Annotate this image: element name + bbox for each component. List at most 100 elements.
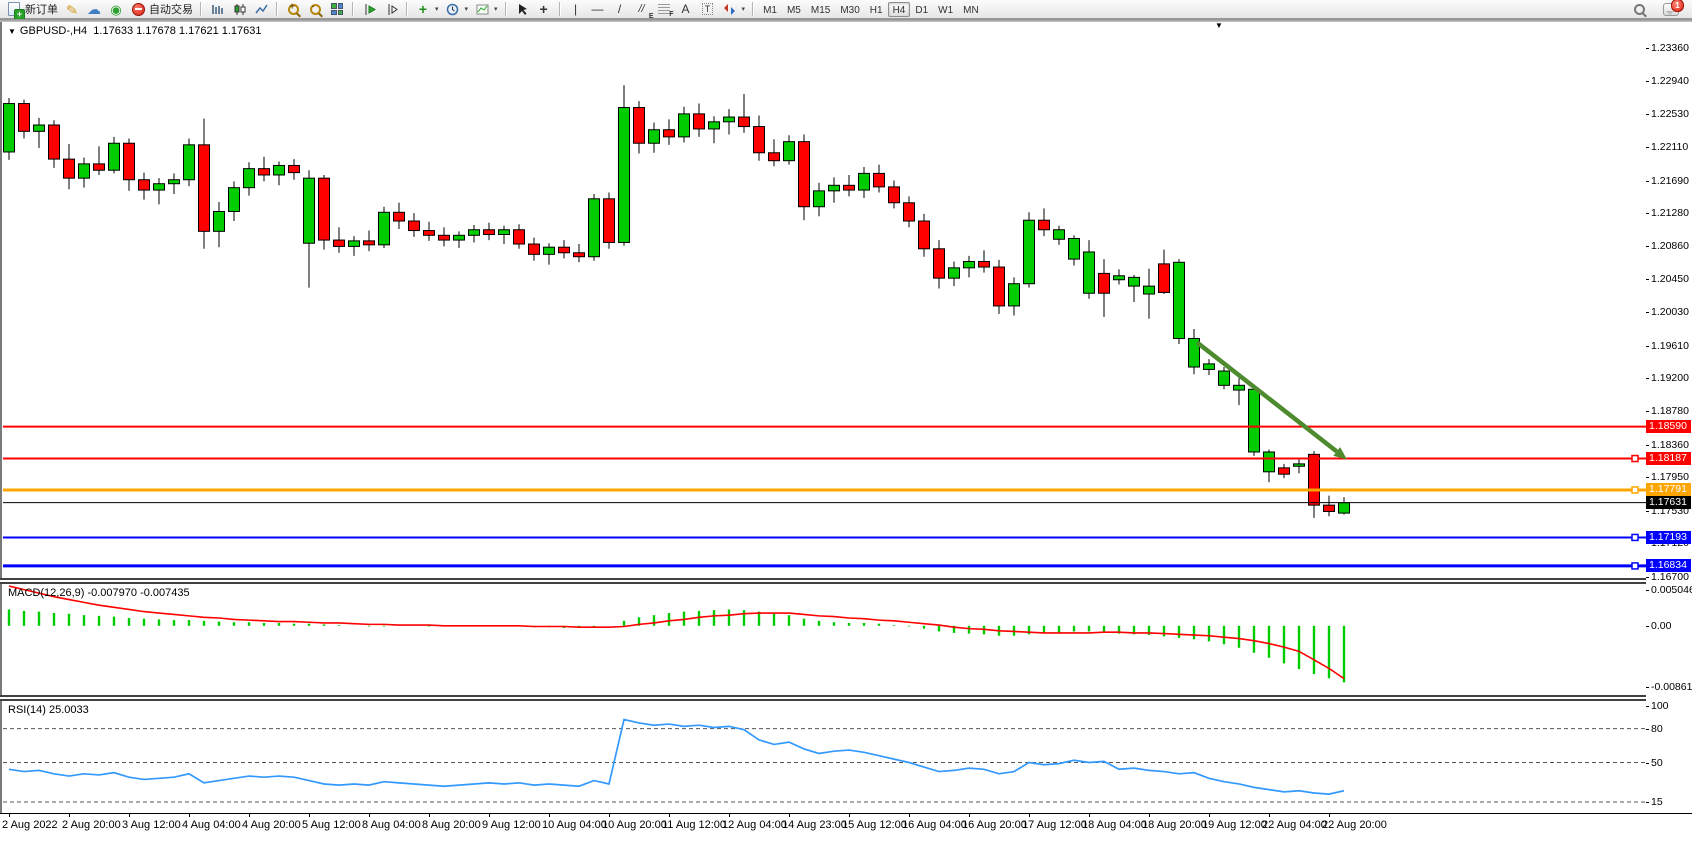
- rsi-canvas[interactable]: [3, 701, 1646, 813]
- vertical-line-button[interactable]: |: [565, 1, 587, 18]
- date-tick: [189, 814, 190, 817]
- axis-tick-label: 1.20450: [1651, 273, 1689, 285]
- trend-arrow[interactable]: [1197, 342, 1347, 459]
- bar-chart-button[interactable]: [206, 1, 228, 18]
- axis-tick-label: 1.18360: [1651, 439, 1689, 451]
- timeframe-M5[interactable]: M5: [782, 2, 806, 17]
- line-chart-button[interactable]: [250, 1, 272, 18]
- price-axis[interactable]: 1.233601.229401.225301.221101.216901.212…: [1646, 22, 1692, 813]
- axis-tick-label: 0.00: [1651, 620, 1671, 632]
- chevron-down-icon: ▾: [465, 5, 469, 13]
- timeframe-H4[interactable]: H4: [888, 2, 911, 17]
- date-tick: [1029, 814, 1030, 817]
- auto-trading-button[interactable]: 自动交易: [127, 1, 196, 18]
- axis-tick: [1646, 213, 1649, 214]
- periods-button[interactable]: ▾: [442, 1, 472, 18]
- fibonacci-button[interactable]: [653, 1, 675, 18]
- date-label: 14 Aug 23:00: [782, 819, 847, 831]
- search-button[interactable]: [1628, 1, 1650, 18]
- zoom-out-button[interactable]: -: [304, 1, 326, 18]
- axis-tick: [1646, 81, 1649, 82]
- vertical-line-icon: |: [568, 2, 584, 17]
- price-badge-1.17193: 1.17193: [1646, 531, 1691, 544]
- collapse-triangle-icon[interactable]: ▼: [8, 27, 16, 36]
- date-tick: [609, 814, 610, 817]
- trendline-button[interactable]: /: [609, 1, 631, 18]
- rsi-pane[interactable]: RSI(14) 25.0033: [3, 701, 1646, 813]
- date-tick: [1329, 814, 1330, 817]
- date-tick: [729, 814, 730, 817]
- main-price-pane[interactable]: ▼GBPUSD-,H4 1.17633 1.17678 1.17621 1.17…: [3, 22, 1646, 578]
- signal-button[interactable]: ◉: [105, 1, 127, 18]
- price-badge-1.18187: 1.18187: [1646, 452, 1691, 465]
- axis-tick-label: 1.22110: [1651, 141, 1688, 153]
- new-order-button[interactable]: 新订单: [3, 1, 61, 18]
- auto-scroll-icon: [361, 2, 377, 17]
- tile-windows-button[interactable]: [326, 1, 348, 18]
- toolbar-separator: [559, 2, 561, 16]
- crayon-button[interactable]: ✎: [61, 1, 83, 18]
- trendline-icon: /: [612, 2, 628, 17]
- horizontal-line-button[interactable]: —: [587, 1, 609, 18]
- axis-tick-label: 15: [1651, 796, 1663, 808]
- channel-button[interactable]: //: [631, 1, 653, 18]
- chart-shift-button[interactable]: [380, 1, 402, 18]
- cursor-button[interactable]: [511, 1, 533, 18]
- chart-window: ▼GBPUSD-,H4 1.17633 1.17678 1.17621 1.17…: [0, 22, 1692, 843]
- date-tick: [549, 814, 550, 817]
- zoom-in-button[interactable]: +: [282, 1, 304, 18]
- text-button[interactable]: A: [675, 1, 697, 18]
- date-label: 5 Aug 12:00: [302, 819, 361, 831]
- axis-tick-label: 1.20860: [1651, 240, 1689, 252]
- timeframe-D1[interactable]: D1: [910, 2, 933, 17]
- text-label-button[interactable]: T: [697, 1, 719, 18]
- auto-scroll-button[interactable]: [358, 1, 380, 18]
- chart-title: ▼GBPUSD-,H4 1.17633 1.17678 1.17621 1.17…: [8, 25, 262, 37]
- zoom-in-icon: +: [285, 2, 301, 17]
- axis-tick-label: 100: [1651, 700, 1669, 712]
- date-tick: [429, 814, 430, 817]
- macd-pane[interactable]: MACD(12,26,9) -0.007970 -0.007435: [3, 584, 1646, 695]
- line-handle-1.18187[interactable]: [1632, 456, 1638, 462]
- indicators-button[interactable]: +▾: [412, 1, 442, 18]
- timeframe-W1[interactable]: W1: [933, 2, 958, 17]
- axis-tick: [1646, 312, 1649, 313]
- notifications-button[interactable]: 1: [1660, 1, 1682, 18]
- timeframe-M30[interactable]: M30: [835, 2, 864, 17]
- candlestick-chart-button[interactable]: [228, 1, 250, 18]
- timeframe-M15[interactable]: M15: [806, 2, 835, 17]
- date-label: 11 Aug 12:00: [662, 819, 726, 831]
- axis-tick: [1646, 181, 1649, 182]
- price-badge-1.17791: 1.17791: [1646, 483, 1691, 496]
- publish-icon: ☁: [86, 2, 102, 17]
- axis-tick-label: 1.18780: [1651, 405, 1689, 417]
- date-tick: [69, 814, 70, 817]
- arrows-button[interactable]: ▾: [719, 1, 749, 18]
- timeframe-H1[interactable]: H1: [865, 2, 888, 17]
- macd-canvas[interactable]: [3, 584, 1646, 695]
- templates-button[interactable]: ▾: [471, 1, 501, 18]
- axis-tick: [1646, 114, 1649, 115]
- line-chart-icon: [253, 2, 269, 17]
- rsi-line: [9, 720, 1344, 795]
- crosshair-icon: +: [536, 2, 552, 17]
- signal-icon: ◉: [108, 2, 124, 17]
- main-chart-canvas[interactable]: [3, 22, 1646, 578]
- crosshair-button[interactable]: +: [533, 1, 555, 18]
- line-handle-1.16834[interactable]: [1632, 563, 1638, 569]
- timeframe-MN[interactable]: MN: [958, 2, 984, 17]
- chart-shift-marker-icon[interactable]: ▼: [1215, 22, 1223, 30]
- line-handle-1.17193[interactable]: [1632, 534, 1638, 540]
- axis-tick: [1646, 411, 1649, 412]
- line-handle-1.17791[interactable]: [1632, 487, 1638, 493]
- channel-icon: //: [634, 2, 650, 17]
- candlesticks: [4, 85, 1350, 518]
- cursor-icon: [514, 2, 530, 17]
- date-label: 22 Aug 04:00: [1262, 819, 1327, 831]
- timeframe-toolbar: M1M5M15M30H1H4D1W1MN: [758, 2, 984, 17]
- indicators-icon: +: [415, 2, 431, 17]
- rsi-label: RSI(14) 25.0033: [8, 704, 89, 716]
- date-axis[interactable]: 2 Aug 20222 Aug 20:003 Aug 12:004 Aug 04…: [0, 813, 1692, 843]
- timeframe-M1[interactable]: M1: [758, 2, 782, 17]
- publish-button[interactable]: ☁: [83, 1, 105, 18]
